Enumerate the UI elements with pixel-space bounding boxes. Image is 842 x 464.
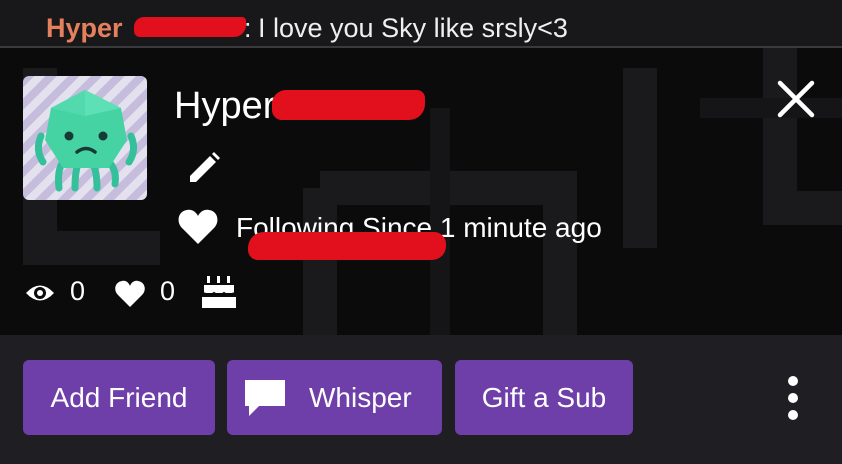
eye-icon [26,285,54,301]
close-icon[interactable] [774,77,818,121]
add-friend-button[interactable]: Add Friend [23,360,215,435]
cake-icon [202,276,236,308]
views-count: 0 [70,276,86,306]
username-redaction [134,17,246,37]
vertical-dots-icon[interactable] [778,375,808,421]
chat-username[interactable]: Hyper [46,13,123,44]
add-friend-label: Add Friend [50,381,188,413]
user-card: Hyper Following Since 1 minute ago 0 0 [0,48,842,335]
speech-bubble-icon [245,379,285,416]
followers-heart-icon [115,280,145,307]
created-date-redaction [248,232,446,260]
display-name: Hyper [174,85,276,127]
display-name-redaction [272,90,425,120]
user-avatar[interactable] [23,76,147,200]
chat-message-text: I love you Sky like srsly<3 [258,13,568,43]
chat-message-line: Hyper : I love you Sky like srsly<3 [0,0,842,48]
gift-sub-label: Gift a Sub [481,381,607,413]
gift-sub-button[interactable]: Gift a Sub [455,360,633,435]
chat-colon: : [244,13,252,43]
heart-icon[interactable] [177,208,219,246]
followers-count: 0 [160,276,176,306]
action-bar: Add Friend Whisper Gift a Sub [0,335,842,464]
pencil-icon[interactable] [186,150,222,186]
avatar-mascot-image [23,76,147,200]
whisper-label: Whisper [309,381,412,413]
whisper-button[interactable]: Whisper [227,360,442,435]
